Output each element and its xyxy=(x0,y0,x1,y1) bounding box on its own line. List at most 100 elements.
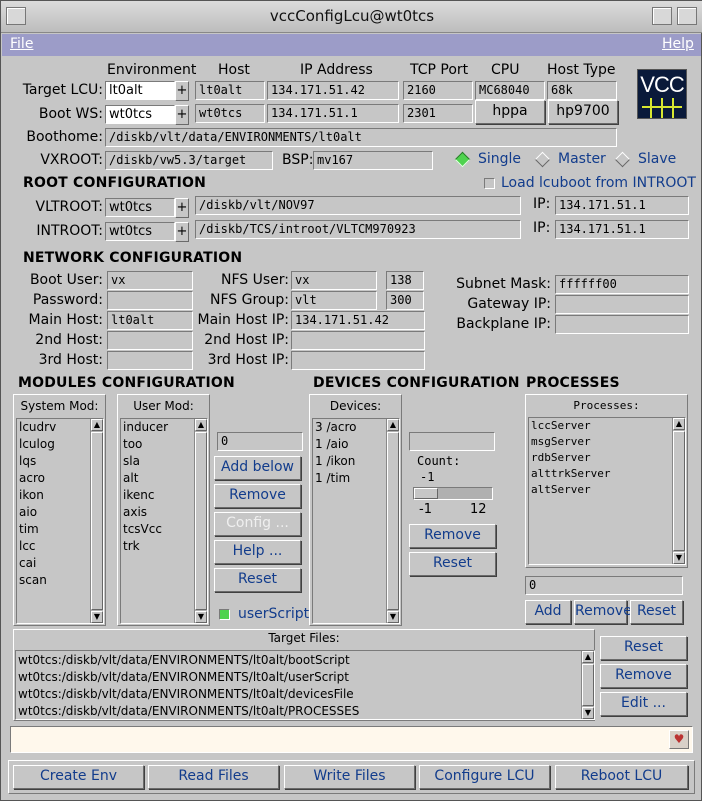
module-help-button[interactable]: Help ... xyxy=(214,540,301,564)
nfs-group-id-field[interactable]: 300 xyxy=(386,291,424,310)
target-lcu-hosttype-field[interactable]: 68k xyxy=(547,81,617,100)
minimize-button[interactable] xyxy=(652,7,672,25)
target-lcu-env-plus-button[interactable]: + xyxy=(175,81,189,101)
scroll-up-icon[interactable]: ▲ xyxy=(673,418,685,430)
userscript-checkbox[interactable] xyxy=(219,609,230,620)
process-reset-button[interactable]: Reset xyxy=(630,600,683,624)
gateway-ip-field[interactable] xyxy=(555,295,689,314)
scroll-down-icon[interactable]: ▼ xyxy=(582,707,594,719)
list-item[interactable]: lccServer xyxy=(529,418,685,434)
scroll-up-icon[interactable]: ▲ xyxy=(387,419,399,431)
boot-ws-cpu-button[interactable]: hppa xyxy=(475,100,545,124)
module-config-button[interactable]: Config ... xyxy=(214,512,301,536)
list-item[interactable]: wt0tcs:/diskb/vlt/data/ENVIRONMENTS/lt0a… xyxy=(16,703,594,719)
bsp-field[interactable]: mv167 xyxy=(313,151,433,170)
process-add-button[interactable]: Add xyxy=(525,600,571,624)
host3-field[interactable] xyxy=(107,351,193,370)
module-index-field[interactable]: 0 xyxy=(217,432,303,451)
target-files-list[interactable]: wt0tcs:/diskb/vlt/data/ENVIRONMENTS/lt0a… xyxy=(15,650,595,720)
boot-ws-port-field[interactable]: 2301 xyxy=(403,104,473,123)
list-item[interactable]: wt0tcs:/diskb/vlt/data/ENVIRONMENTS/lt0a… xyxy=(16,686,594,703)
device-reset-button[interactable]: Reset xyxy=(409,552,496,576)
scroll-thumb[interactable] xyxy=(91,432,103,610)
module-remove-button[interactable]: Remove xyxy=(214,484,301,508)
master-radio[interactable] xyxy=(534,151,551,168)
backplane-ip-field[interactable] xyxy=(555,315,689,334)
target-lcu-host-field[interactable]: lt0alt xyxy=(195,81,265,100)
device-name-field[interactable] xyxy=(409,432,495,451)
load-introot-checkbox[interactable] xyxy=(484,178,495,189)
devices-list[interactable]: 3 /acro 1 /aio 1 /ikon 1 /tim ▲ ▼ xyxy=(312,418,400,624)
nfs-group-field[interactable]: vlt xyxy=(291,291,377,310)
target-lcu-cpu-field[interactable]: MC68040 xyxy=(475,81,545,100)
boot-ws-ip-field[interactable]: 134.171.51.1 xyxy=(267,104,399,123)
subnet-mask-field[interactable]: ffffff00 xyxy=(555,275,689,294)
scroll-down-icon[interactable]: ▼ xyxy=(673,552,685,564)
device-remove-button[interactable]: Remove xyxy=(409,524,496,548)
list-item[interactable]: alttrkServer xyxy=(529,466,685,482)
process-index-field[interactable]: 0 xyxy=(525,576,683,595)
processes-list[interactable]: lccServer msgServer rdbServer alttrkServer a… xyxy=(528,417,686,565)
target-files-scrollbar[interactable]: ▲ ▼ xyxy=(581,651,594,719)
boot-ws-env-input[interactable]: wt0tcs xyxy=(105,105,175,124)
list-item[interactable]: wt0tcs:/diskb/vlt/data/ENVIRONMENTS/lt0a… xyxy=(16,669,594,686)
files-edit-button[interactable]: Edit ... xyxy=(600,692,687,716)
nfs-user-field[interactable]: vx xyxy=(291,271,377,290)
maximize-button[interactable] xyxy=(677,7,697,25)
load-introot-label[interactable]: Load lcuboot from INTROOT xyxy=(501,175,696,191)
processes-scrollbar[interactable]: ▲ ▼ xyxy=(672,418,685,564)
host2-ip-field[interactable] xyxy=(291,331,425,350)
module-reset-button[interactable]: Reset xyxy=(214,568,301,592)
scroll-down-icon[interactable]: ▼ xyxy=(91,611,103,623)
vltroot-ip-field[interactable]: 134.171.51.1 xyxy=(555,196,689,215)
userscript-label[interactable]: userScript xyxy=(238,606,309,622)
introot-env-input[interactable]: wt0tcs xyxy=(105,222,175,241)
scroll-up-icon[interactable]: ▲ xyxy=(195,419,207,431)
count-slider-thumb[interactable] xyxy=(414,488,438,499)
main-host-field[interactable]: lt0alt xyxy=(107,311,193,330)
single-label[interactable]: Single xyxy=(478,151,521,167)
boot-user-field[interactable]: vx xyxy=(107,271,193,290)
vltroot-path-field[interactable]: /diskb/vlt/NOV97 xyxy=(195,196,521,215)
add-below-button[interactable]: Add below xyxy=(214,456,301,480)
devices-scrollbar[interactable]: ▲ ▼ xyxy=(386,419,399,623)
list-item[interactable]: altServer xyxy=(529,482,685,498)
system-mod-list[interactable]: lcudrv lculog lqs acro ikon aio tim lcc cai scan ▲… xyxy=(16,418,104,624)
files-reset-button[interactable]: Reset xyxy=(600,636,687,660)
user-mod-list[interactable]: inducer too sla alt ikenc axis tcsVcc trk ▲ ▼ xyxy=(120,418,208,624)
boot-ws-env-plus-button[interactable]: + xyxy=(175,105,189,125)
list-item[interactable]: wt0tcs:/diskb/vlt/data/ENVIRONMENTS/lt0a… xyxy=(16,652,594,669)
reboot-lcu-button[interactable]: Reboot LCU xyxy=(555,765,688,789)
scroll-thumb[interactable] xyxy=(582,664,594,706)
list-item[interactable]: msgServer xyxy=(529,434,685,450)
configure-lcu-button[interactable]: Configure LCU xyxy=(419,765,550,789)
main-host-ip-field[interactable]: 134.171.51.42 xyxy=(291,311,425,330)
process-remove-button[interactable]: Remove xyxy=(574,600,632,624)
scroll-down-icon[interactable]: ▼ xyxy=(195,611,207,623)
target-lcu-port-field[interactable]: 2160 xyxy=(403,81,473,100)
menu-help[interactable]: Help xyxy=(662,36,694,52)
create-env-button[interactable]: Create Env xyxy=(13,765,144,789)
introot-plus-button[interactable]: + xyxy=(175,222,189,242)
vltroot-env-input[interactable]: wt0tcs xyxy=(105,198,175,217)
master-label[interactable]: Master xyxy=(558,151,606,167)
vxroot-field[interactable]: /diskb/vw5.3/target xyxy=(105,151,273,170)
read-files-button[interactable]: Read Files xyxy=(148,765,279,789)
boothome-field[interactable]: /diskb/vlt/data/ENVIRONMENTS/lt0alt xyxy=(105,128,617,147)
message-field[interactable]: ♥ xyxy=(10,726,693,753)
vltroot-plus-button[interactable]: + xyxy=(175,198,189,218)
scroll-up-icon[interactable]: ▲ xyxy=(91,419,103,431)
password-field[interactable] xyxy=(107,291,193,310)
user-mod-scrollbar[interactable]: ▲ ▼ xyxy=(194,419,207,623)
scroll-up-icon[interactable]: ▲ xyxy=(582,651,594,663)
boot-ws-host-field[interactable]: wt0tcs xyxy=(195,104,265,123)
nfs-user-id-field[interactable]: 138 xyxy=(386,271,424,290)
system-mod-scrollbar[interactable]: ▲ ▼ xyxy=(90,419,103,623)
files-remove-button[interactable]: Remove xyxy=(600,664,687,688)
menu-file[interactable]: File xyxy=(10,36,33,52)
count-slider[interactable] xyxy=(413,487,493,500)
slave-radio[interactable] xyxy=(614,151,631,168)
write-files-button[interactable]: Write Files xyxy=(284,765,415,789)
boot-ws-hosttype-button[interactable]: hp9700 xyxy=(548,100,618,124)
target-lcu-env-input[interactable]: lt0alt xyxy=(105,81,175,100)
